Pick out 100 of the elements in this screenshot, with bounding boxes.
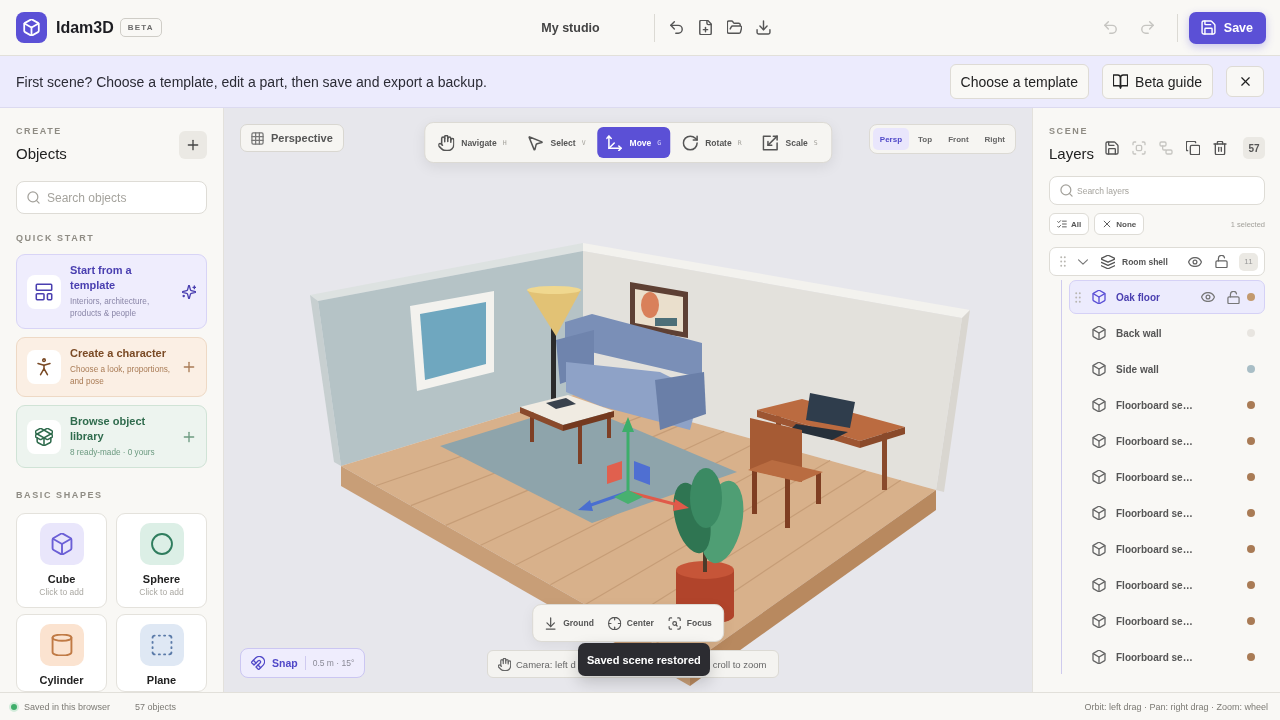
copy-icon[interactable] <box>1186 141 1200 155</box>
toast: Saved scene restored <box>578 643 710 676</box>
list-checks-icon <box>1057 219 1067 229</box>
chevron-icon[interactable] <box>1078 258 1088 265</box>
shape-tile[interactable]: Sphere Click to add <box>116 513 207 608</box>
select-none-button[interactable]: None <box>1094 213 1145 235</box>
section-label: CREATE <box>16 125 63 137</box>
template-card[interactable]: Start from a template Interiors, architecture, products & people <box>16 254 207 329</box>
save-status: Saved in this browser <box>24 701 111 712</box>
pointer-icon <box>527 134 544 151</box>
rotate-icon <box>682 134 699 151</box>
eye-icon[interactable] <box>1188 256 1202 267</box>
search-field[interactable]: Search layers <box>1049 176 1265 205</box>
project-title[interactable]: My studio <box>541 20 600 35</box>
drag-handle-icon[interactable] <box>1075 291 1081 303</box>
scan-search-icon <box>667 616 681 630</box>
app-name: Idam3D <box>56 18 114 37</box>
grid-icon <box>251 131 264 145</box>
package-icon <box>27 419 61 454</box>
hint-text: Camera: left d <box>516 658 576 670</box>
person-icon <box>27 350 61 384</box>
object-count: 57 objects <box>135 701 177 712</box>
cube-icon <box>1092 542 1106 556</box>
folder-icon[interactable] <box>726 20 742 35</box>
control-hints: Orbit: left drag · Pan: right drag · Zoom: wheel <box>1084 701 1268 712</box>
cube-icon <box>1092 506 1106 520</box>
download-icon[interactable] <box>755 20 771 35</box>
snap-toggle[interactable]: Snap 0.5 m · 15° <box>240 648 366 678</box>
template-button[interactable]: Choose a template <box>949 64 1090 99</box>
trash-icon[interactable] <box>1213 141 1227 155</box>
cube-icon <box>1092 434 1106 448</box>
section-label: QUICK START <box>16 232 96 244</box>
view-tab[interactable]: Persp <box>872 128 910 150</box>
close-button[interactable] <box>1226 66 1264 97</box>
section-label: SCENE <box>1049 125 1089 137</box>
child-count-badge: 11 <box>1239 252 1258 271</box>
focus-button[interactable]: Focus <box>662 609 717 637</box>
view-tab[interactable]: Front <box>941 128 976 150</box>
camera-mode-button[interactable]: Perspective <box>240 124 344 152</box>
layer-row[interactable]: Floorboard se… <box>1069 568 1265 602</box>
layer-row[interactable]: Oak floor <box>1069 280 1265 314</box>
cube-icon <box>1092 362 1106 376</box>
unlock-icon[interactable] <box>1227 290 1240 304</box>
cube-icon <box>39 523 84 565</box>
unlock-icon[interactable] <box>1215 255 1228 268</box>
banner-message: First scene? Choose a template, edit a part, then save and export a backup. <box>16 73 488 90</box>
add-button[interactable] <box>179 131 207 159</box>
hand-icon <box>438 134 455 151</box>
beta-badge: BETA <box>119 18 162 37</box>
crosshair-icon <box>607 616 621 630</box>
plus-icon <box>182 429 196 444</box>
layer-row[interactable]: Floorboard se… <box>1069 532 1265 566</box>
eye-icon[interactable] <box>1201 292 1215 302</box>
layer-row[interactable]: Floorboard se… <box>1069 640 1265 674</box>
undo-icon[interactable] <box>668 20 684 35</box>
layer-row[interactable]: Floorboard se… <box>1069 460 1265 494</box>
layer-row[interactable]: Side wall <box>1069 352 1265 386</box>
save-icon[interactable] <box>1105 141 1119 155</box>
close-icon <box>1102 219 1113 229</box>
shape-tile[interactable]: Cylinder <box>16 614 107 692</box>
panel-title: Layers <box>1049 145 1095 163</box>
cube-icon <box>1092 398 1106 412</box>
cube-icon <box>1092 470 1106 484</box>
layer-row[interactable]: Floorboard se… <box>1069 388 1265 422</box>
save-icon <box>1200 20 1216 35</box>
view-tab[interactable]: Right <box>977 128 1012 150</box>
layout-icon <box>27 274 61 309</box>
cube-icon <box>1092 614 1106 628</box>
select-all-button[interactable]: All <box>1049 213 1090 235</box>
drag-handle-icon[interactable] <box>1060 256 1066 267</box>
cylinder-icon <box>39 624 84 666</box>
character-card[interactable]: Create a character Choose a look, proportions, and pose <box>16 337 207 397</box>
ground-button[interactable]: Ground <box>539 609 599 637</box>
guide-button[interactable]: Beta guide <box>1102 64 1213 99</box>
magnet-icon <box>251 656 265 670</box>
book-icon <box>1113 74 1129 89</box>
arrow-down-line-icon <box>544 616 558 630</box>
save-button[interactable]: Save <box>1188 11 1266 44</box>
layer-row[interactable]: Floorboard se… <box>1069 604 1265 638</box>
plus-icon <box>182 360 196 374</box>
hand-icon <box>498 657 511 671</box>
shape-tile[interactable]: Plane <box>116 614 207 692</box>
layer-row[interactable]: Back wall <box>1069 316 1265 350</box>
hint-text: croll to zoom <box>712 658 767 670</box>
resize-arrow-icon <box>762 134 779 151</box>
close-icon <box>1238 75 1252 88</box>
search-field[interactable]: Search objects <box>16 181 207 214</box>
new-file-icon[interactable] <box>697 20 713 35</box>
center-button[interactable]: Center <box>602 609 659 637</box>
view-tab[interactable]: Top <box>911 128 940 150</box>
plus-icon <box>186 138 200 152</box>
cube-logo-icon <box>16 12 47 43</box>
layer-count-badge: 57 <box>1243 137 1265 159</box>
layer-group-row[interactable]: Room shell 11 <box>1049 247 1265 276</box>
layer-row[interactable]: Floorboard se… <box>1069 424 1265 458</box>
cube-icon <box>1092 290 1106 304</box>
library-card[interactable]: Browse object library 8 ready-made · 0 yours <box>16 405 207 468</box>
section-label: BASIC SHAPES <box>16 489 104 501</box>
shape-tile[interactable]: Cube Click to add <box>16 513 107 608</box>
layer-row[interactable]: Floorboard se… <box>1069 496 1265 530</box>
